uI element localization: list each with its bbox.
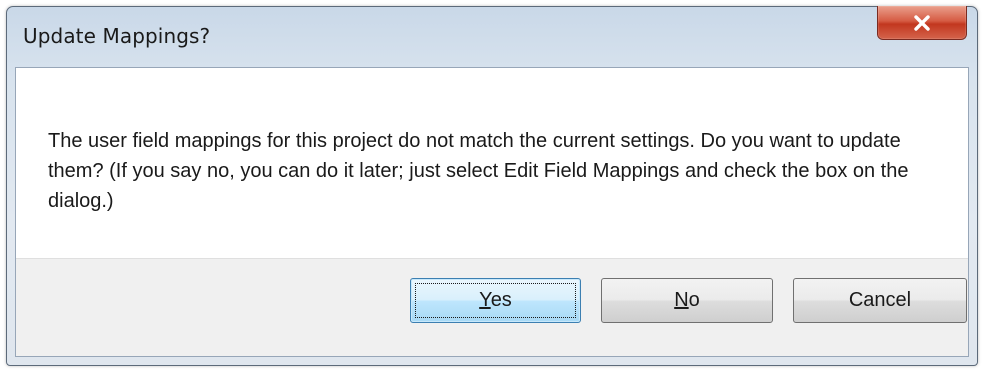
dialog-window: Update Mappings? The user field mappings… <box>6 6 978 366</box>
dialog-message: The user field mappings for this project… <box>48 130 909 212</box>
close-button[interactable] <box>877 6 967 40</box>
title-bar[interactable]: Update Mappings? <box>7 6 977 67</box>
no-accelerator: N <box>674 289 689 311</box>
dialog-title: Update Mappings? <box>23 24 211 48</box>
no-label-rest: o <box>688 289 700 311</box>
yes-button-label: Yes <box>479 289 512 312</box>
no-button[interactable]: No <box>601 278 773 323</box>
cancel-button-label: Cancel <box>848 289 912 311</box>
dialog-body: The user field mappings for this project… <box>15 67 969 357</box>
yes-label-rest: es <box>490 289 512 311</box>
no-button-label: No <box>674 289 700 312</box>
close-icon <box>913 14 931 31</box>
button-bar: Yes No Cancel <box>16 258 968 356</box>
yes-button[interactable]: Yes <box>410 278 581 323</box>
yes-accelerator: Y <box>479 289 491 311</box>
cancel-button[interactable]: Cancel <box>793 278 967 323</box>
